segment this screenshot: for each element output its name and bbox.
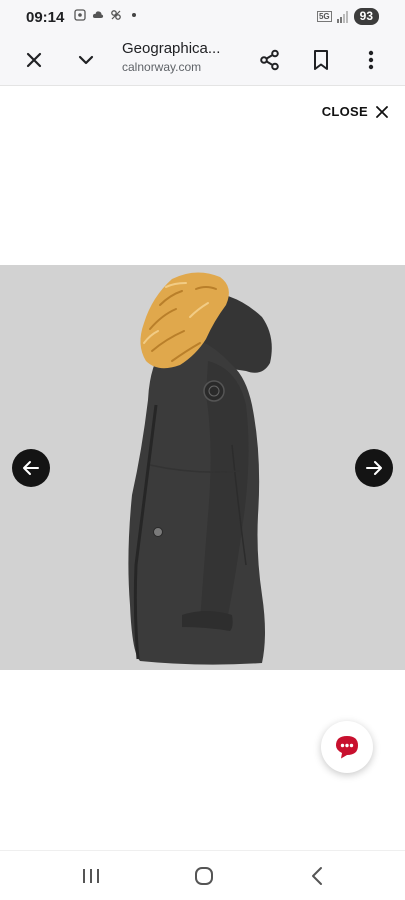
back-icon [312, 867, 322, 885]
next-image-button[interactable] [355, 449, 393, 487]
screenshot-icon [74, 9, 86, 21]
close-label: CLOSE [321, 104, 368, 119]
jacket-illustration [128, 272, 272, 665]
home-icon [195, 867, 213, 885]
bookmark-button[interactable] [306, 45, 336, 75]
cloud-icon [92, 11, 104, 18]
status-notification-icons [74, 9, 136, 21]
bookmark-icon [314, 50, 328, 70]
close-tab-button[interactable] [19, 45, 49, 75]
sync-icon [111, 10, 121, 20]
browser-toolbar: Geographica... calnorway.com [0, 34, 405, 86]
arrow-left-icon [23, 461, 39, 475]
chevron-down-icon [78, 55, 94, 65]
status-more-dot [132, 13, 136, 17]
more-vertical-icon [368, 50, 374, 70]
close-x-icon [376, 105, 388, 118]
status-time: 09:14 [26, 9, 65, 26]
minimize-tab-button[interactable] [71, 45, 101, 75]
system-navigation-bar [0, 850, 405, 900]
more-options-button[interactable] [356, 45, 386, 75]
chat-bubble-icon [336, 736, 358, 759]
recents-icon [83, 869, 99, 883]
status-bar: 09:14 5G 93 [0, 0, 405, 34]
lightbox-close-button[interactable]: CLOSE [322, 104, 388, 119]
previous-image-button[interactable] [12, 449, 50, 487]
network-type: 5G [316, 11, 332, 22]
arrow-right-icon [366, 461, 382, 475]
back-button[interactable] [305, 864, 329, 888]
status-system-icons: 5G 93 [316, 8, 379, 25]
signal-icon [336, 10, 348, 23]
url-bar[interactable]: Geographica... calnorway.com [122, 40, 242, 74]
chat-button[interactable] [321, 721, 373, 773]
battery-level: 93 [353, 8, 379, 25]
page-title: Geographica... [122, 40, 221, 57]
home-button[interactable] [192, 864, 216, 888]
share-icon [260, 49, 279, 71]
close-icon [26, 52, 42, 68]
page-domain: calnorway.com [122, 60, 202, 74]
recents-button[interactable] [79, 864, 103, 888]
product-image [0, 265, 405, 670]
share-button[interactable] [255, 45, 285, 75]
